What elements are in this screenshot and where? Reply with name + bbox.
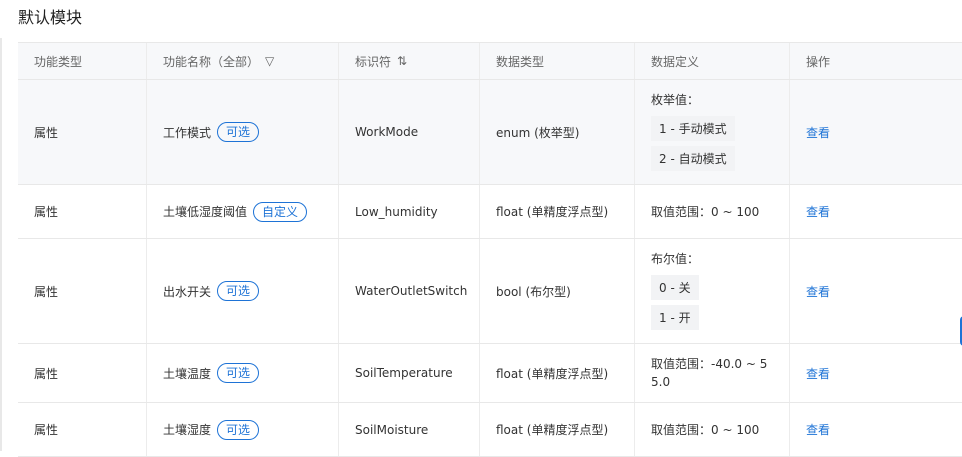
row-type: 属性 <box>18 80 147 184</box>
row-action: 查看 <box>790 185 962 238</box>
view-link[interactable]: 查看 <box>806 283 830 300</box>
header-type: 功能类型 <box>18 43 147 79</box>
row-data-type: enum (枚举型) <box>480 80 635 184</box>
row-name: 工作模式 可选 <box>147 80 339 184</box>
row-data-type: float (单精度浮点型) <box>480 403 635 456</box>
row-identifier: SoilTemperature <box>339 344 480 402</box>
view-link[interactable]: 查看 <box>806 421 830 438</box>
row-identifier: WaterOutletSwitch <box>339 239 480 343</box>
optional-badge: 可选 <box>217 419 260 440</box>
optional-badge: 可选 <box>217 122 260 142</box>
row-identifier: SoilMoisture <box>339 403 480 456</box>
row-identifier: Low_humidity <box>339 185 480 238</box>
row-identifier: WorkMode <box>339 80 480 184</box>
left-divider <box>0 38 2 451</box>
row-action: 查看 <box>790 239 962 343</box>
view-link[interactable]: 查看 <box>806 124 830 141</box>
enum-value-chip: 2 - 自动模式 <box>651 145 735 171</box>
definition-label: 枚举值： <box>651 92 700 107</box>
optional-badge: 可选 <box>217 281 260 301</box>
view-link[interactable]: 查看 <box>806 365 830 382</box>
range-text: 取值范围：-40.0 ~ 55.0 <box>651 357 768 389</box>
row-name: 土壤湿度 可选 <box>147 403 339 456</box>
header-name[interactable]: 功能名称（全部） ▽ <box>147 43 339 79</box>
row-data-type: float (单精度浮点型) <box>480 185 635 238</box>
row-type: 属性 <box>18 185 147 238</box>
row-type: 属性 <box>18 239 147 343</box>
row-action: 查看 <box>790 403 962 456</box>
row-name: 出水开关 可选 <box>147 239 339 343</box>
row-definition: 布尔值： 0 - 关 1 - 开 <box>635 239 790 343</box>
row-name-text: 土壤湿度 <box>163 423 212 437</box>
row-name-text: 出水开关 <box>163 284 212 299</box>
properties-table: 功能类型 功能名称（全部） ▽ 标识符 ⇅ 数据类型 数据定义 操作 属性 工作… <box>18 42 962 457</box>
row-definition: 枚举值： 1 - 手动模式 2 - 自动模式 <box>635 80 790 184</box>
sort-icon[interactable]: ⇅ <box>397 54 407 68</box>
filter-icon[interactable]: ▽ <box>265 54 274 68</box>
header-definition: 数据定义 <box>635 43 790 79</box>
table-row: 属性 工作模式 可选 WorkMode enum (枚举型) 枚举值： 1 - … <box>18 80 962 185</box>
table-row: 属性 土壤温度 可选 SoilTemperature float (单精度浮点型… <box>18 344 962 403</box>
table-row: 属性 土壤低湿度阈值 自定义 Low_humidity float (单精度浮点… <box>18 185 962 239</box>
row-definition: 取值范围：-40.0 ~ 55.0 <box>635 344 790 402</box>
row-data-type: bool (布尔型) <box>480 239 635 343</box>
header-identifier[interactable]: 标识符 ⇅ <box>339 43 480 79</box>
row-action: 查看 <box>790 80 962 184</box>
custom-badge: 自定义 <box>253 201 308 222</box>
view-link[interactable]: 查看 <box>806 203 830 220</box>
row-name: 土壤低湿度阈值 自定义 <box>147 185 339 238</box>
bool-value-chip: 0 - 关 <box>651 274 699 300</box>
row-definition: 取值范围：0 ~ 100 <box>635 403 790 456</box>
table-row: 属性 出水开关 可选 WaterOutletSwitch bool (布尔型) … <box>18 239 962 344</box>
header-data-type: 数据类型 <box>480 43 635 79</box>
table-header: 功能类型 功能名称（全部） ▽ 标识符 ⇅ 数据类型 数据定义 操作 <box>18 43 962 80</box>
page-title: 默认模块 <box>18 8 83 27</box>
row-type: 属性 <box>18 344 147 402</box>
definition-label: 布尔值： <box>651 251 700 266</box>
row-action: 查看 <box>790 344 962 402</box>
row-data-type: float (单精度浮点型) <box>480 344 635 402</box>
enum-value-chip: 1 - 手动模式 <box>651 115 735 141</box>
row-definition: 取值范围：0 ~ 100 <box>635 185 790 238</box>
header-action: 操作 <box>806 54 831 69</box>
header-identifier-label: 标识符 <box>355 54 392 69</box>
header-name-label: 功能名称（全部） <box>163 54 260 69</box>
row-name-text: 工作模式 <box>163 125 212 140</box>
row-name-text: 土壤温度 <box>163 366 212 381</box>
table-row: 属性 土壤湿度 可选 SoilMoisture float (单精度浮点型) 取… <box>18 403 962 457</box>
row-type: 属性 <box>18 403 147 456</box>
row-name-text: 土壤低湿度阈值 <box>163 205 248 219</box>
optional-badge: 可选 <box>217 363 260 383</box>
bool-value-chip: 1 - 开 <box>651 304 699 330</box>
row-name: 土壤温度 可选 <box>147 344 339 402</box>
